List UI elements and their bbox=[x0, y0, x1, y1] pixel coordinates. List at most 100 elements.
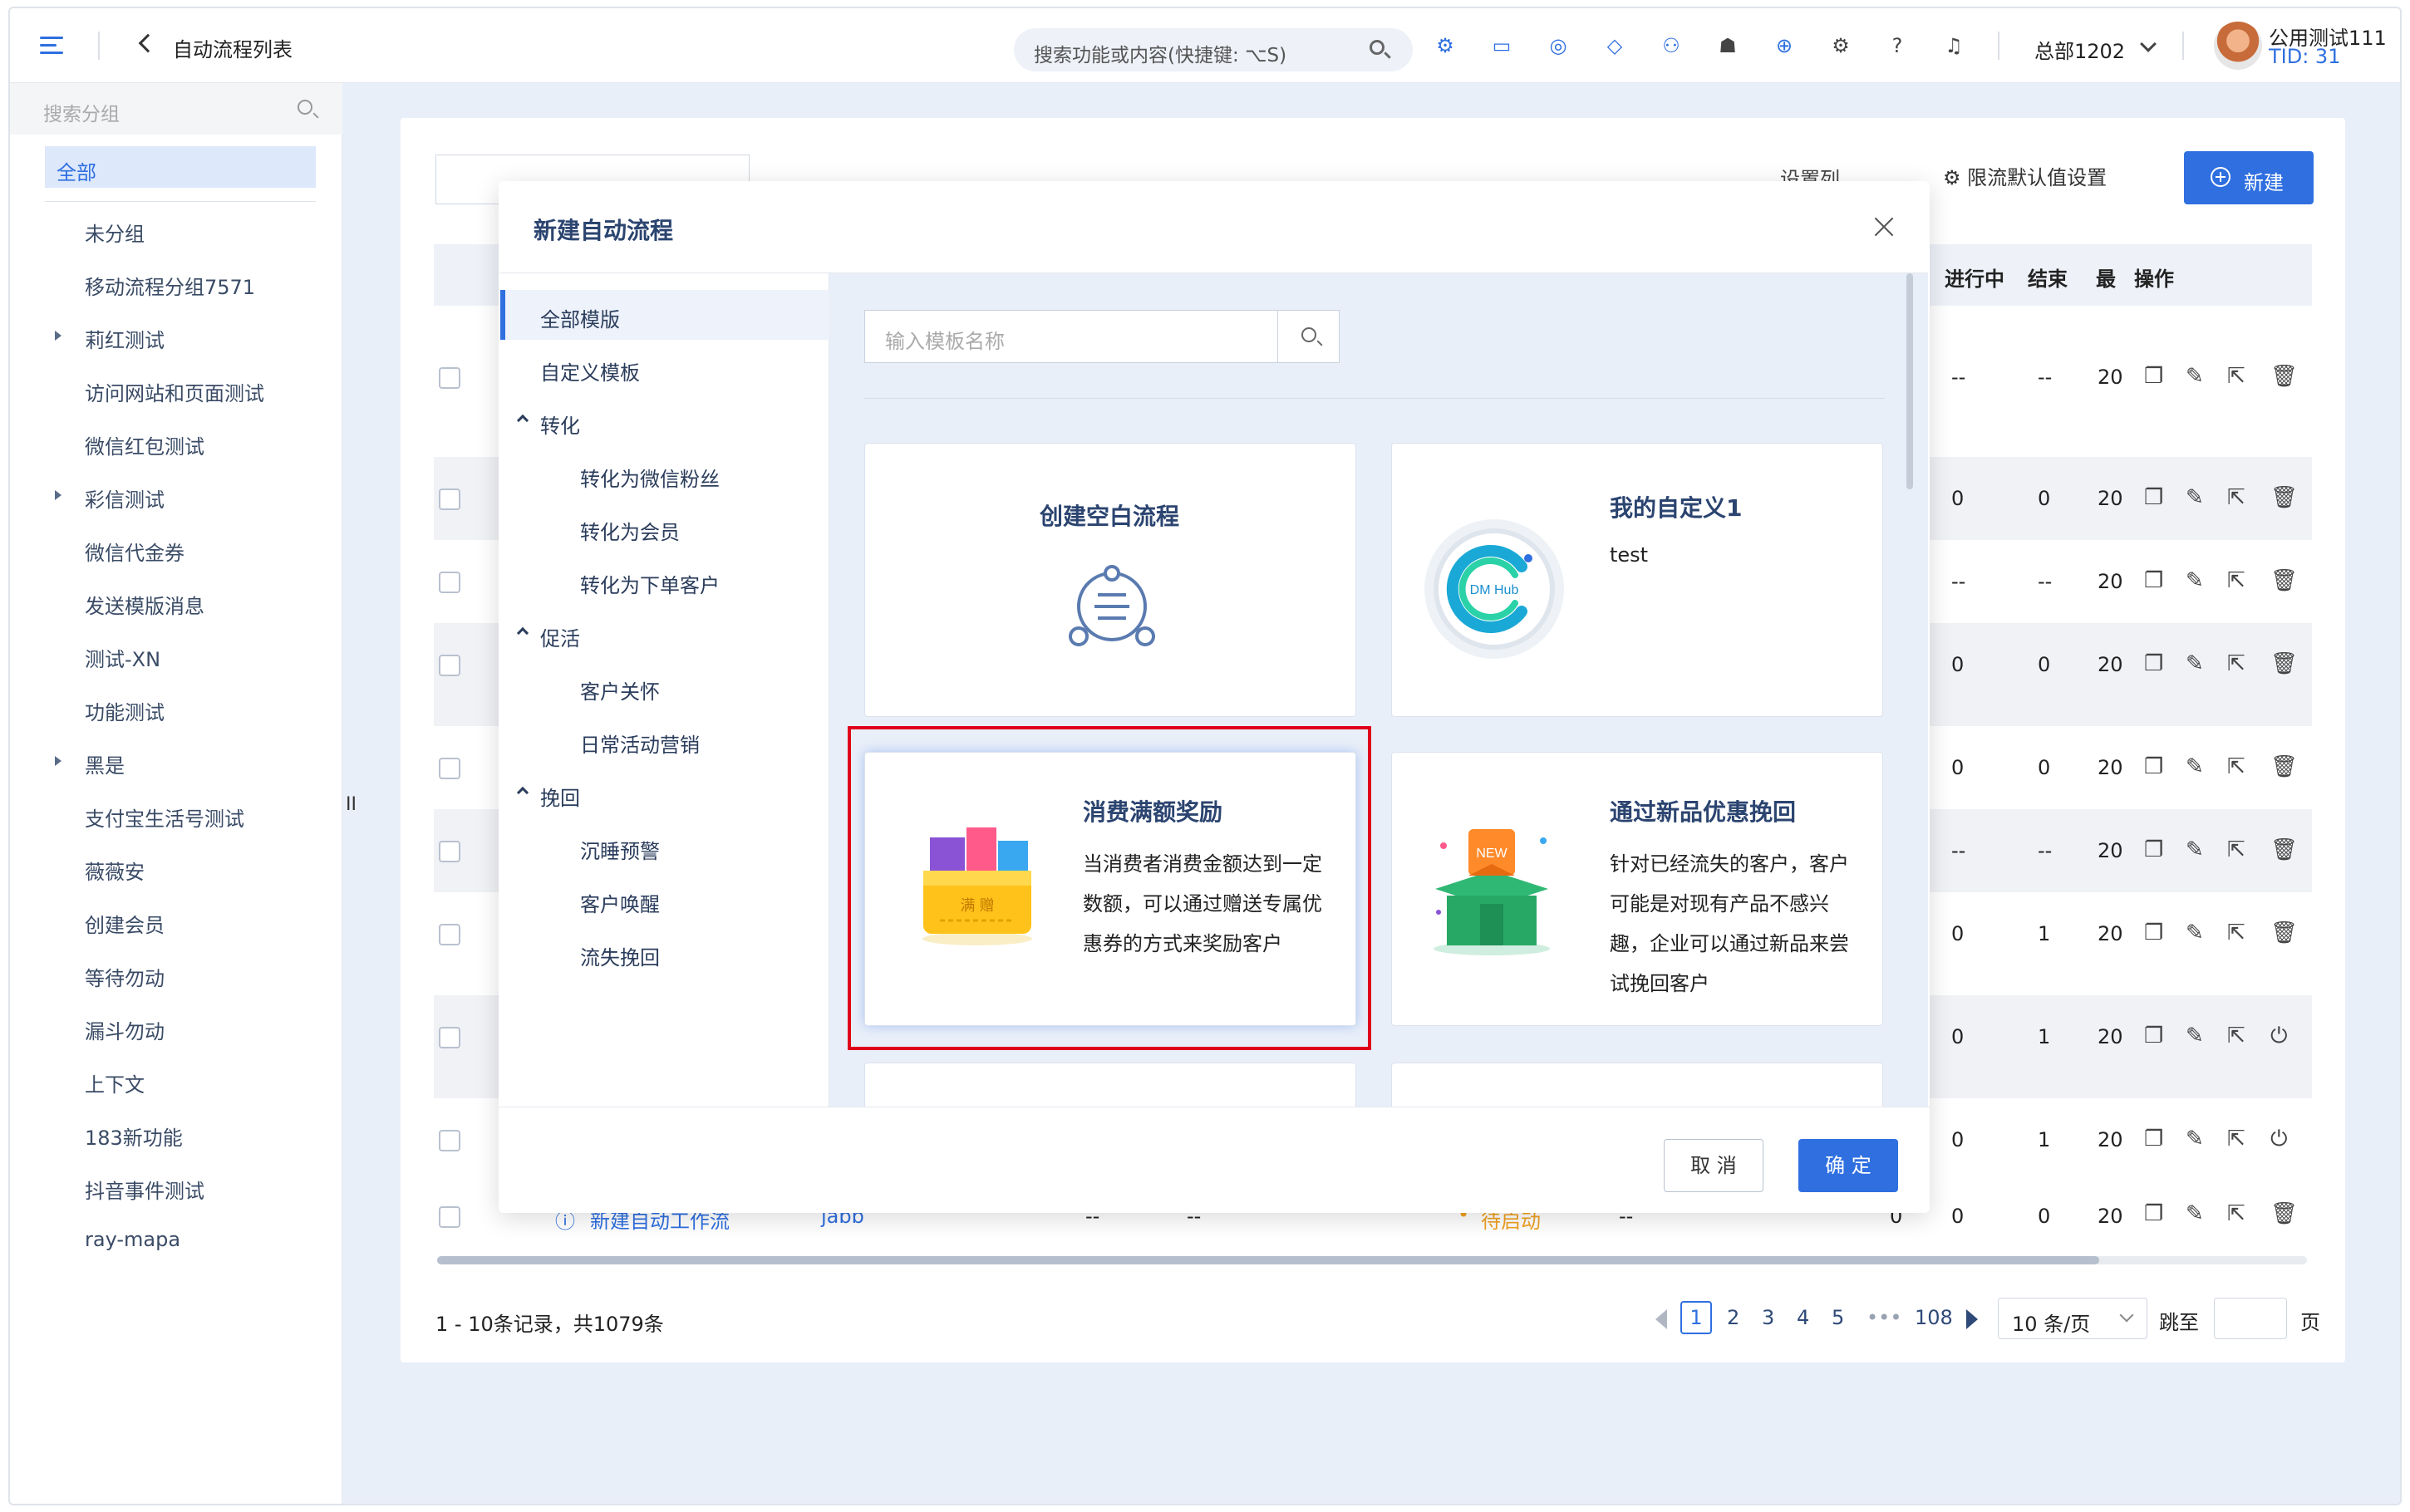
sidebar-item[interactable]: 支付宝生活号测试 bbox=[10, 793, 342, 834]
row-checkbox[interactable] bbox=[439, 758, 460, 779]
help-icon[interactable]: ? bbox=[1885, 33, 1910, 58]
limit-setting-button[interactable]: ⚙ 限流默认值设置 bbox=[1943, 161, 2107, 190]
category-item[interactable]: 客户唤醒 bbox=[500, 875, 829, 925]
row-checkbox[interactable] bbox=[439, 1206, 460, 1228]
sidebar-item[interactable]: ray-mapa bbox=[10, 1218, 342, 1259]
sidebar-item[interactable]: 黑是 bbox=[10, 739, 342, 781]
page-ellipsis[interactable]: ••• bbox=[1867, 1306, 1901, 1329]
edit-icon[interactable]: ✎ bbox=[2186, 1201, 2204, 1226]
sidebar-item[interactable]: 等待勿动 bbox=[10, 952, 342, 994]
copy-icon[interactable]: ❐ bbox=[2144, 837, 2163, 862]
chevron-up-icon[interactable] bbox=[516, 414, 529, 427]
edit-icon[interactable]: ✎ bbox=[2186, 568, 2204, 593]
copy-icon[interactable]: ❐ bbox=[2144, 568, 2163, 593]
category-item[interactable]: 流失挽回 bbox=[500, 928, 829, 978]
category-group[interactable]: 转化 bbox=[500, 396, 829, 446]
sidebar-item[interactable]: 全部 bbox=[45, 146, 316, 188]
category-group[interactable]: 促活 bbox=[500, 609, 829, 659]
edit-icon[interactable]: ✎ bbox=[2186, 920, 2204, 945]
sidebar-item[interactable]: 莉红测试 bbox=[10, 314, 342, 356]
category-item[interactable]: 转化为下单客户 bbox=[500, 556, 829, 606]
copy-icon[interactable]: ❐ bbox=[2144, 754, 2163, 779]
trash-icon[interactable]: 🗑 bbox=[2270, 1201, 2298, 1226]
sidebar-item[interactable]: 漏斗勿动 bbox=[10, 1005, 342, 1047]
edit-icon[interactable]: ✎ bbox=[2186, 364, 2204, 389]
category-item[interactable]: 日常活动营销 bbox=[500, 715, 829, 765]
copy-icon[interactable]: ❐ bbox=[2144, 1201, 2163, 1226]
copy-icon[interactable]: ❐ bbox=[2144, 364, 2163, 389]
category-item[interactable]: 全部模版 bbox=[500, 290, 829, 340]
page-size-select[interactable]: 10 条/页 bbox=[1998, 1298, 2147, 1339]
category-item[interactable]: 转化为微信粉丝 bbox=[500, 449, 829, 499]
move-icon[interactable]: ⇱ bbox=[2227, 1127, 2245, 1151]
trash-icon[interactable]: 🗑 bbox=[2270, 837, 2298, 862]
bell-icon[interactable]: ♫ bbox=[1941, 33, 1966, 58]
power-icon[interactable]: ⏻ bbox=[2270, 1024, 2288, 1049]
edit-icon[interactable]: ✎ bbox=[2186, 651, 2204, 676]
sidebar-item[interactable]: 发送模版消息 bbox=[10, 580, 342, 621]
move-icon[interactable]: ⇱ bbox=[2227, 837, 2245, 862]
caret-right-icon[interactable] bbox=[55, 490, 61, 500]
page-1[interactable]: 1 bbox=[1680, 1301, 1712, 1334]
move-icon[interactable]: ⇱ bbox=[2227, 754, 2245, 779]
robot-icon[interactable]: ☗ bbox=[1715, 33, 1740, 58]
cancel-button[interactable]: 取 消 bbox=[1664, 1139, 1763, 1192]
menu-icon[interactable] bbox=[40, 37, 63, 55]
add-circle-icon[interactable]: ⊕ bbox=[1772, 33, 1797, 58]
sidebar-item[interactable]: 彩信测试 bbox=[10, 474, 342, 515]
sidebar-item[interactable]: 移动流程分组7571 bbox=[10, 261, 342, 302]
edit-icon[interactable]: ✎ bbox=[2186, 1024, 2204, 1048]
trash-icon[interactable]: 🗑 bbox=[2270, 568, 2298, 593]
prev-page-icon[interactable] bbox=[1655, 1309, 1667, 1329]
new-button[interactable]: 新建 bbox=[2184, 151, 2314, 204]
row-checkbox[interactable] bbox=[439, 1027, 460, 1048]
chevron-up-icon[interactable] bbox=[516, 786, 529, 799]
sidebar-item[interactable]: 测试-XN bbox=[10, 633, 342, 675]
move-icon[interactable]: ⇱ bbox=[2227, 568, 2245, 593]
category-group[interactable]: 挽回 bbox=[500, 768, 829, 818]
row-checkbox[interactable] bbox=[439, 924, 460, 945]
search-icon[interactable] bbox=[1370, 40, 1385, 55]
category-item[interactable]: 转化为会员 bbox=[500, 503, 829, 552]
edit-icon[interactable]: ✎ bbox=[2186, 485, 2204, 510]
search-icon[interactable] bbox=[298, 100, 312, 115]
copy-icon[interactable]: ❐ bbox=[2144, 920, 2163, 945]
resize-handle-icon[interactable]: II bbox=[346, 794, 357, 815]
trash-icon[interactable]: 🗑 bbox=[2270, 485, 2298, 510]
sidebar-item[interactable]: 微信红包测试 bbox=[10, 420, 342, 462]
scrollbar-thumb[interactable] bbox=[437, 1256, 2099, 1264]
sidebar-item[interactable]: 薇薇安 bbox=[10, 846, 342, 887]
trash-icon[interactable]: 🗑 bbox=[2270, 364, 2298, 389]
move-icon[interactable]: ⇱ bbox=[2227, 651, 2245, 676]
tenant-selector[interactable]: 总部1202 bbox=[2034, 35, 2125, 64]
template-card-custom[interactable]: DM Hub 我的自定义1 test bbox=[1391, 443, 1883, 717]
page-last[interactable]: 108 bbox=[1915, 1306, 1953, 1329]
next-page-icon[interactable] bbox=[1966, 1309, 1978, 1329]
group-search-input[interactable]: 搜索分组 bbox=[10, 83, 342, 135]
template-search-input[interactable]: 输入模板名称 bbox=[864, 310, 1340, 363]
move-icon[interactable]: ⇱ bbox=[2227, 1024, 2245, 1048]
chevron-up-icon[interactable] bbox=[516, 626, 529, 640]
sidebar-item[interactable]: 未分组 bbox=[10, 208, 342, 249]
row-checkbox[interactable] bbox=[439, 572, 460, 593]
copy-icon[interactable]: ❐ bbox=[2144, 1127, 2163, 1151]
edit-icon[interactable]: ✎ bbox=[2186, 1127, 2204, 1151]
chevron-down-icon[interactable] bbox=[2140, 36, 2157, 52]
sidebar-item[interactable]: 功能测试 bbox=[10, 686, 342, 728]
jump-page-input[interactable] bbox=[2214, 1298, 2287, 1339]
trash-icon[interactable]: 🗑 bbox=[2270, 754, 2298, 779]
sidebar-item[interactable]: 上下文 bbox=[10, 1058, 342, 1100]
sidebar-item[interactable]: 183新功能 bbox=[10, 1112, 342, 1153]
category-item[interactable]: 沉睡预警 bbox=[500, 822, 829, 871]
sidebar-item[interactable]: 抖音事件测试 bbox=[10, 1165, 342, 1206]
vertical-scrollbar[interactable] bbox=[1906, 273, 1913, 489]
flow-icon[interactable]: ⚙ bbox=[1433, 33, 1458, 58]
trash-icon[interactable]: 🗑 bbox=[2270, 651, 2298, 676]
trash-icon[interactable]: 🗑 bbox=[2270, 920, 2298, 945]
page-3[interactable]: 3 bbox=[1762, 1306, 1774, 1329]
group-icon[interactable]: ⚇ bbox=[1659, 33, 1684, 58]
move-icon[interactable]: ⇱ bbox=[2227, 1201, 2245, 1226]
avatar[interactable] bbox=[2214, 22, 2262, 70]
move-icon[interactable]: ⇱ bbox=[2227, 485, 2245, 510]
copy-icon[interactable]: ❐ bbox=[2144, 1024, 2163, 1048]
